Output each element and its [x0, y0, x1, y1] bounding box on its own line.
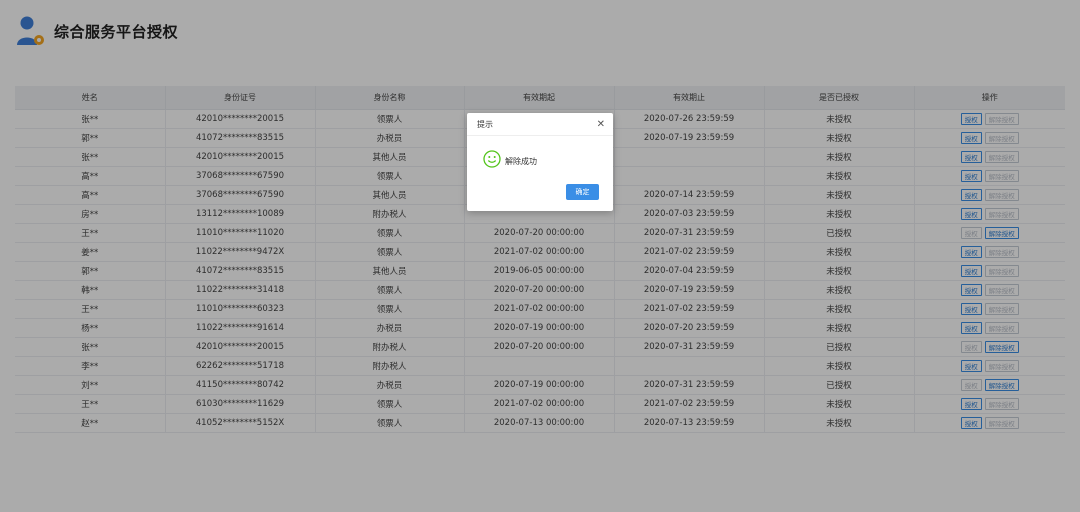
page: 综合服务平台授权 姓名 身份证号 身份名称 有效期起 有效期止 是否已授权 操作…: [0, 0, 1080, 512]
close-icon[interactable]: ✕: [597, 119, 605, 130]
dialog-header: 提示 ✕: [467, 113, 613, 136]
smile-icon: [483, 150, 501, 172]
success-dialog: 提示 ✕ 解除成功 确定: [467, 113, 613, 211]
modal-overlay[interactable]: [0, 0, 1080, 512]
dialog-title: 提示: [477, 119, 493, 129]
confirm-button[interactable]: 确定: [566, 184, 599, 200]
dialog-message: 解除成功: [505, 156, 537, 166]
dialog-body: 解除成功: [467, 136, 613, 172]
